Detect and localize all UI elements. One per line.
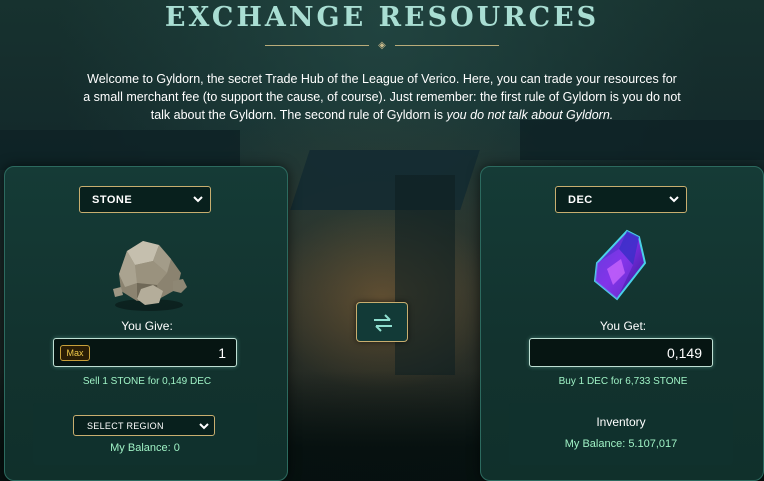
you-give-label: You Give: (121, 319, 173, 333)
region-select-value: SELECT REGION (87, 421, 164, 431)
give-panel: STONE You Give: Max 1 Sell 1 STONE for 0… (4, 166, 288, 481)
ornament-icon: ◈ (378, 40, 386, 51)
you-get-label: You Get: (599, 319, 647, 333)
inventory-title: Inventory (596, 415, 646, 429)
sell-rate-text: Sell 1 STONE for 0,149 DEC (82, 376, 212, 387)
get-balance: My Balance: 5.107,017 (564, 438, 678, 450)
give-amount-value: 1 (218, 345, 226, 361)
intro-emphasis: you do not talk about Gyldorn. (446, 108, 614, 122)
max-button[interactable]: Max (60, 345, 90, 361)
stone-resource-icon (113, 241, 187, 311)
page-title: EXCHANGE RESOURCES (164, 2, 600, 33)
give-amount-field[interactable]: Max 1 (53, 338, 237, 367)
swap-button[interactable] (356, 302, 408, 342)
get-resource-select[interactable]: DEC (555, 186, 687, 213)
give-resource-select[interactable]: STONE (79, 186, 211, 213)
give-resource-value: STONE (92, 194, 133, 206)
get-amount-value: 0,149 (666, 345, 702, 361)
chevron-down-icon (199, 423, 209, 430)
chevron-down-icon (193, 196, 203, 203)
give-balance-box: SELECT REGION My Balance: 0 (33, 403, 257, 465)
get-resource-value: DEC (568, 194, 593, 206)
chevron-down-icon (669, 196, 679, 203)
dec-crystal-icon (593, 229, 647, 301)
intro-text: Welcome to Gyldorn, the secret Trade Hub… (82, 70, 682, 124)
swap-arrows-icon (374, 314, 392, 332)
get-amount-field[interactable]: 0,149 (529, 338, 713, 367)
get-panel: DEC You Get: 0,149 Buy 1 DEC for 6,733 S… (480, 166, 764, 481)
region-select[interactable]: SELECT REGION (73, 415, 215, 436)
title-divider: ◈ (265, 40, 499, 51)
buy-rate-text: Buy 1 DEC for 6,733 STONE (558, 376, 688, 387)
inventory-box: Inventory My Balance: 5.107,017 (509, 403, 733, 465)
give-balance: My Balance: 0 (110, 442, 180, 454)
